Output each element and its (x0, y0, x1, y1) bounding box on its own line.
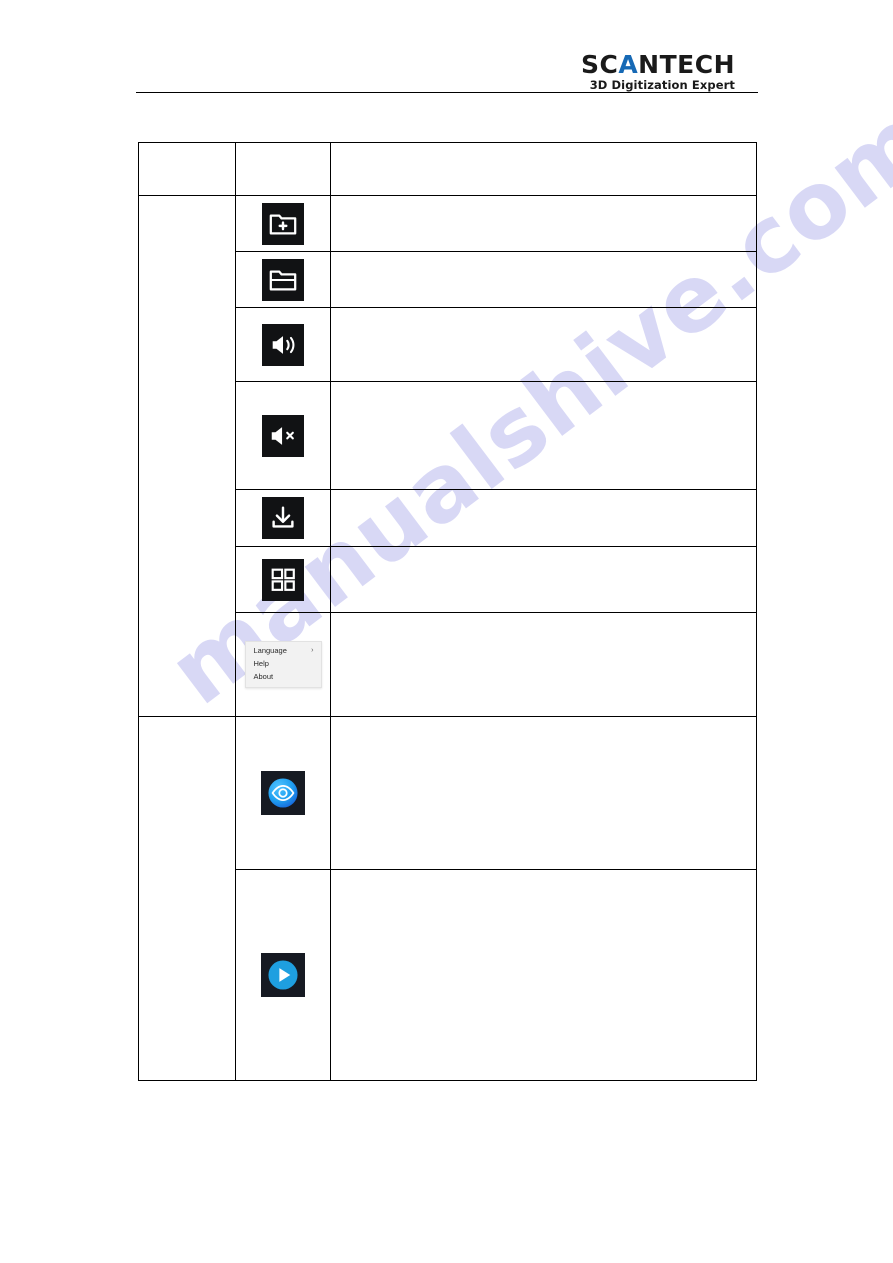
icon-cell-context-menu: Language › Help About (235, 612, 331, 717)
grid-view-icon[interactable] (262, 558, 304, 601)
description-text (331, 219, 756, 229)
table-row (138, 716, 757, 1081)
description-cell-folder-add (330, 195, 757, 252)
menu-item-label: Help (253, 659, 269, 669)
volume-on-icon[interactable] (262, 323, 304, 366)
description-cell-folder-open (330, 251, 757, 308)
chevron-right-icon: › (311, 647, 314, 655)
category-label-group2 (139, 894, 235, 904)
description-text (331, 970, 756, 980)
header-cell-category (138, 142, 236, 196)
icon-reference-table: Language › Help About (138, 142, 757, 1081)
download-icon[interactable] (262, 497, 304, 539)
header-cell-icon (235, 142, 331, 196)
description-text (331, 575, 756, 585)
menu-item-about[interactable]: About (246, 671, 321, 684)
description-cell-volume-mute (330, 381, 757, 490)
folder-open-icon[interactable] (262, 258, 304, 301)
description-text (331, 660, 756, 670)
table-row (138, 195, 757, 717)
logo-tagline: 3D Digitization Expert (589, 78, 735, 92)
menu-item-help[interactable]: Help (246, 658, 321, 671)
header-cell-description (330, 142, 757, 196)
settings-context-menu[interactable]: Language › Help About (244, 640, 322, 689)
play-start-icon[interactable] (261, 953, 305, 997)
description-text (331, 788, 756, 798)
header-label-icon (236, 164, 330, 174)
icon-cell-download (235, 489, 331, 547)
header-divider (136, 92, 758, 93)
icon-cell-play-start (235, 869, 331, 1081)
icon-cell-folder-open (235, 251, 331, 308)
brand-logo: SCANTECH 3D Digitization Expert (581, 52, 735, 92)
description-cell-context-menu (330, 612, 757, 717)
description-text (331, 275, 756, 285)
category-label-group1 (139, 451, 235, 461)
folder-add-icon[interactable] (262, 202, 304, 245)
description-text (331, 340, 756, 350)
icon-cell-volume-mute (235, 381, 331, 490)
logo-accent-letter: A (618, 50, 639, 79)
logo-word-part2: NTECH (638, 50, 735, 79)
icon-cell-folder-add (235, 195, 331, 252)
page-header: SCANTECH 3D Digitization Expert (0, 0, 893, 100)
eye-preview-icon[interactable] (261, 771, 305, 815)
icon-cell-volume-on (235, 307, 331, 382)
logo-word-part1: SC (580, 50, 619, 79)
category-cell-group2 (138, 716, 236, 1081)
volume-mute-icon[interactable] (262, 414, 304, 457)
header-label-description (331, 164, 756, 174)
description-cell-play-start (330, 869, 757, 1081)
description-text (331, 431, 756, 441)
description-cell-download (330, 489, 757, 547)
menu-item-language[interactable]: Language › (246, 645, 321, 658)
description-cell-grid-view (330, 546, 757, 613)
category-cell-group1 (138, 195, 236, 717)
icon-cell-eye-preview (235, 716, 331, 870)
menu-item-label: About (253, 672, 274, 682)
logo-wordmark: SCANTECH (581, 52, 735, 77)
icon-cell-grid-view (235, 546, 331, 613)
menu-item-label: Language (253, 645, 287, 655)
description-cell-eye-preview (330, 716, 757, 870)
table-header-row (138, 142, 757, 196)
description-text (331, 513, 756, 523)
header-label-category (139, 164, 235, 174)
description-cell-volume-on (330, 307, 757, 382)
manual-page: manualshive.com SCANTECH 3D Digitization… (0, 0, 893, 1263)
